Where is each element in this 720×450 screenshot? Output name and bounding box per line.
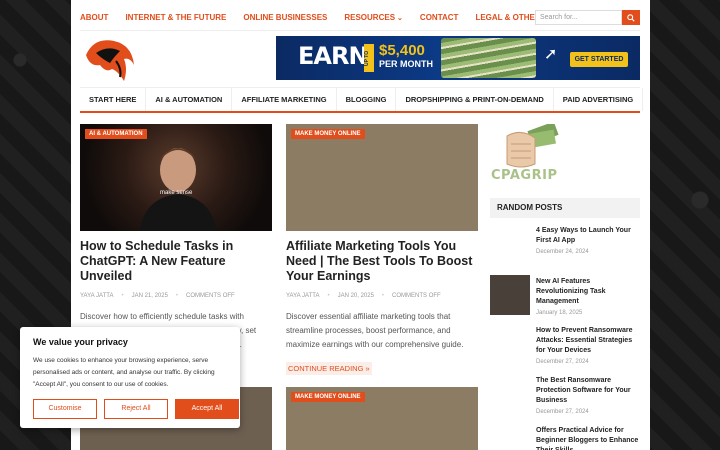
sidebar-post-date: January 18, 2025 — [536, 310, 583, 316]
sidebar-post-date: December 24, 2024 — [536, 249, 589, 255]
post-date: JAN 20, 2025 — [337, 293, 374, 299]
site-logo[interactable] — [80, 35, 138, 83]
sidebar-post-date: December 27, 2024 — [536, 409, 589, 415]
main-nav-paid-advertising[interactable]: PAID ADVERTISING — [554, 88, 644, 111]
post-thumbnail[interactable]: MAKE MONEY ONLINE — [286, 387, 478, 450]
post-excerpt: Discover essential affiliate marketing t… — [286, 312, 464, 349]
search-form: Search for... — [535, 10, 640, 25]
top-nav-internet-future[interactable]: INTERNET & THE FUTURE — [125, 13, 226, 22]
post-author[interactable]: YAYA JATTA — [286, 293, 319, 299]
meta-separator: • — [381, 293, 385, 299]
sidebar-post-date: December 27, 2024 — [536, 359, 589, 365]
meta-separator: • — [327, 293, 330, 299]
top-nav-resources-label: RESOURCES — [344, 12, 396, 22]
cookie-buttons: Customise Reject All Accept All — [33, 399, 239, 419]
chevron-down-icon: ⌄ — [397, 14, 403, 22]
cookie-text: We use cookies to enhance your browsing … — [33, 357, 215, 388]
search-icon — [627, 13, 635, 22]
ad-amount-text: $5,400 — [379, 42, 425, 59]
top-nav-resources[interactable]: RESOURCES ⌄ — [344, 13, 403, 22]
random-posts-title: RANDOM POSTS — [490, 198, 640, 218]
post-card: AI & AUTOMATION make sense How to Schedu… — [80, 124, 272, 352]
top-nav: ABOUT INTERNET & THE FUTURE ONLINE BUSIN… — [80, 4, 640, 31]
ad-upto-text: UP TO — [364, 44, 374, 72]
category-badge[interactable]: MAKE MONEY ONLINE — [291, 129, 365, 139]
sidebar-post: The Best Ransomware Protection Software … — [536, 376, 640, 415]
post-thumbnail[interactable]: AI & AUTOMATION make sense — [80, 124, 272, 231]
cpagrip-logo-text: CPAGRIP — [491, 168, 558, 183]
customise-button[interactable]: Customise — [33, 399, 97, 419]
top-nav-contact[interactable]: CONTACT — [420, 13, 459, 22]
reject-all-button[interactable]: Reject All — [104, 399, 168, 419]
meta-separator: • — [121, 293, 124, 299]
ad-money-image — [441, 38, 536, 78]
top-nav-about[interactable]: ABOUT — [80, 13, 108, 22]
cookie-consent-dialog: We value your privacy We use cookies to … — [20, 327, 240, 428]
sidebar-post: Offers Practical Advice for Beginner Blo… — [536, 426, 640, 450]
cookie-title: We value your privacy — [33, 337, 128, 347]
post-meta: YAYA JATTA • JAN 20, 2025 • COMMENTS OFF — [286, 293, 478, 299]
category-badge[interactable]: AI & AUTOMATION — [85, 129, 147, 139]
sidebar-post: New AI Features Revolutionizing Task Man… — [536, 277, 640, 316]
sidebar-post: 4 Easy Ways to Launch Your First AI App … — [536, 226, 640, 255]
main-nav-start-here[interactable]: START HERE — [80, 88, 147, 111]
post-title[interactable]: How to Schedule Tasks in ChatGPT: A New … — [80, 239, 272, 284]
main-nav-ai-automation[interactable]: AI & AUTOMATION — [146, 88, 233, 111]
post-date: JAN 21, 2025 — [131, 293, 168, 299]
main-nav-affiliate-marketing[interactable]: AFFILIATE MARKETING — [232, 88, 337, 111]
cpagrip-ad[interactable]: CPAGRIP — [491, 121, 561, 184]
post-meta: YAYA JATTA • JAN 21, 2025 • COMMENTS OFF — [80, 293, 272, 299]
post-comments: COMMENTS OFF — [186, 293, 235, 299]
main-nav-dropshipping[interactable]: DROPSHIPPING & PRINT-ON-DEMAND — [396, 88, 554, 111]
cursor-icon: ➚ — [544, 46, 558, 63]
ad-banner[interactable]: EARN UP TO $5,400 PER MONTH ➚ GET STARTE… — [276, 36, 640, 80]
ad-per-month-text: PER MONTH — [379, 59, 433, 69]
top-nav-online-businesses[interactable]: ONLINE BUSINESSES — [243, 13, 327, 22]
video-caption: make sense — [160, 190, 193, 196]
post-thumbnail[interactable]: MAKE MONEY ONLINE — [286, 124, 478, 231]
sidebar-post-title[interactable]: The Best Ransomware Protection Software … — [536, 376, 640, 406]
main-nav: START HERE AI & AUTOMATION AFFILIATE MAR… — [80, 87, 644, 113]
continue-reading-link[interactable]: CONTINUE READING » — [286, 362, 372, 375]
search-button[interactable] — [622, 10, 640, 25]
sidebar-post: How to Prevent Ransomware Attacks: Essen… — [536, 326, 640, 365]
search-input[interactable]: Search for... — [535, 10, 622, 25]
sidebar-post-thumbnail[interactable] — [490, 275, 530, 315]
category-badge[interactable]: MAKE MONEY ONLINE — [291, 392, 365, 402]
meta-separator: • — [175, 293, 179, 299]
accept-all-button[interactable]: Accept All — [175, 399, 239, 419]
sidebar-post-title[interactable]: 4 Easy Ways to Launch Your First AI App — [536, 226, 640, 246]
ad-earn-text: EARN — [298, 42, 369, 70]
post-card: MAKE MONEY ONLINE Affiliate Marketing To… — [286, 124, 478, 376]
post-card: MAKE MONEY ONLINE — [286, 387, 478, 450]
post-author[interactable]: YAYA JATTA — [80, 293, 113, 299]
sidebar-post-title[interactable]: Offers Practical Advice for Beginner Blo… — [536, 426, 640, 450]
sidebar-post-title[interactable]: New AI Features Revolutionizing Task Man… — [536, 277, 640, 307]
sidebar-post-title[interactable]: How to Prevent Ransomware Attacks: Essen… — [536, 326, 640, 356]
post-comments: COMMENTS OFF — [392, 293, 441, 299]
main-nav-blogging[interactable]: BLOGGING — [337, 88, 397, 111]
post-title[interactable]: Affiliate Marketing Tools You Need | The… — [286, 239, 478, 284]
ad-get-started-button[interactable]: GET STARTED — [570, 52, 628, 67]
person-image — [140, 148, 216, 231]
